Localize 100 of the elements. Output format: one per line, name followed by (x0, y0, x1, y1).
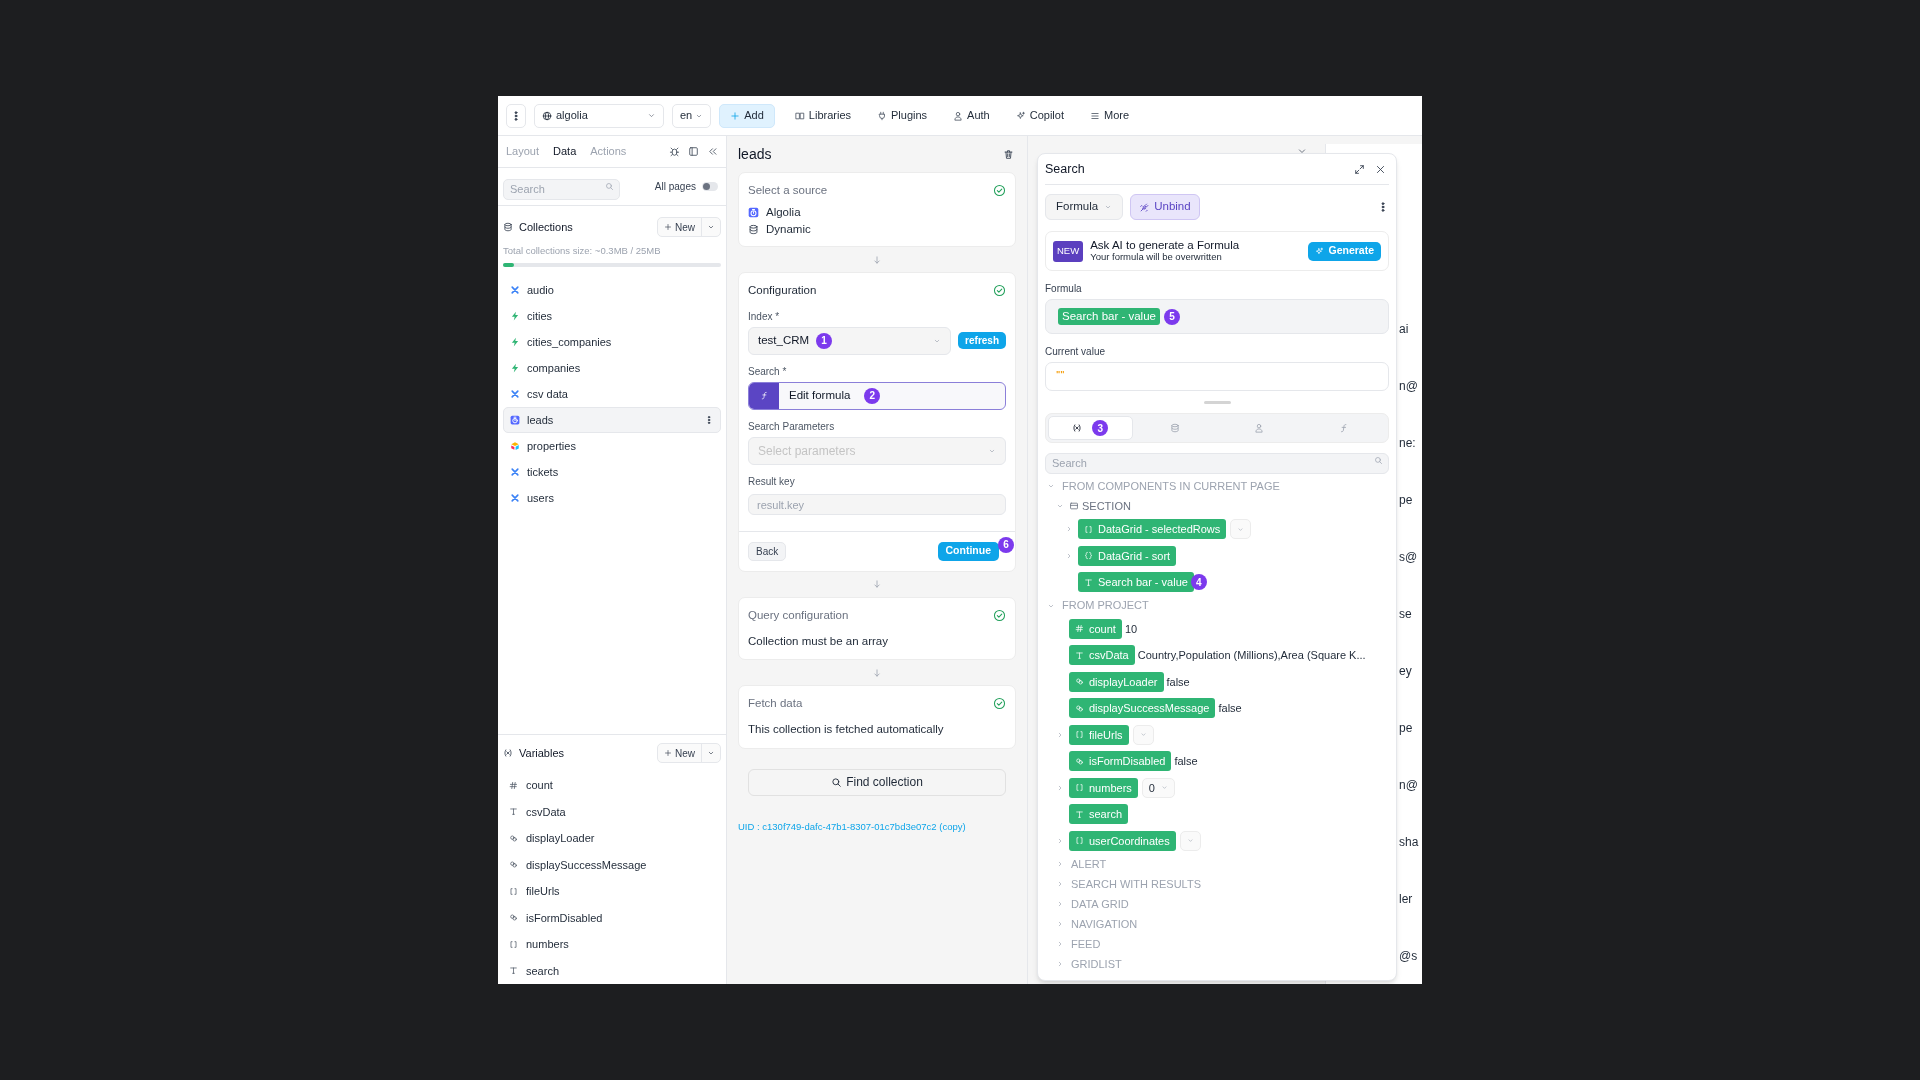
text-type-icon (509, 966, 518, 976)
toolbar-button[interactable]: Add (719, 103, 775, 128)
bug-icon[interactable] (669, 146, 680, 157)
table-text: ey (1399, 663, 1412, 680)
field-label: Index * (748, 309, 781, 324)
collection-item[interactable]: users (503, 485, 721, 512)
collection-item[interactable]: cities (503, 303, 721, 330)
chevron-right-icon[interactable] (1056, 836, 1064, 845)
chevron-down-icon[interactable] (1056, 502, 1064, 510)
new-button[interactable]: New (658, 218, 702, 236)
section-label[interactable]: SECTION (1082, 497, 1131, 515)
collection-item[interactable]: properties (503, 433, 721, 460)
text-type-icon (509, 807, 518, 817)
brackets-icon (509, 886, 518, 896)
formula-chip: Search bar - value (1058, 308, 1160, 325)
search-icon (1374, 456, 1383, 465)
variable-value: 10 (1124, 621, 1138, 637)
variable-value: false (1174, 754, 1198, 769)
variable-item[interactable]: isFormDisabled (503, 904, 721, 931)
text-type-icon (1084, 577, 1093, 587)
variable-item[interactable]: search (503, 957, 721, 984)
unbind-button[interactable]: Unbind (1130, 194, 1200, 220)
chevron-right-icon[interactable] (1065, 551, 1073, 560)
brackets-icon (1075, 783, 1084, 793)
panel-icon[interactable] (688, 146, 699, 157)
search-field[interactable]: Search (503, 178, 620, 200)
toolbar-button[interactable]: Libraries (790, 103, 855, 128)
tiles-icon (510, 441, 520, 452)
search-icon (605, 182, 614, 191)
trash-icon[interactable] (1003, 148, 1014, 160)
formula-field[interactable]: Edit formula 2 (748, 381, 1006, 410)
variable-value: Country,Population (Millions),Area (Square K... (1137, 648, 1366, 663)
language-select[interactable]: en (672, 103, 712, 128)
arrow-down-icon (872, 254, 882, 265)
mode-select[interactable]: Formula (1045, 194, 1124, 220)
search-field[interactable]: Search (1045, 452, 1389, 474)
chevron-down-icon (1104, 203, 1113, 211)
chevron-right-icon[interactable] (1056, 920, 1064, 928)
variable-item[interactable]: displaySuccessMessage (503, 851, 721, 878)
link-icon (1075, 703, 1084, 713)
toolbar-button[interactable]: More (1086, 103, 1134, 128)
field-label: Search Parameters (748, 419, 836, 434)
variable-item[interactable]: displayLoader (503, 825, 721, 852)
value-dropdown[interactable] (1132, 724, 1154, 745)
bolt-icon (510, 311, 520, 322)
table-text: pe (1399, 492, 1413, 510)
chevron-right-icon[interactable] (1056, 900, 1064, 908)
more-options-button[interactable] (506, 103, 526, 128)
collection-item[interactable]: tickets (503, 459, 721, 486)
variable-item[interactable]: csvData (503, 798, 721, 825)
section-icon (1069, 501, 1079, 511)
panel-title: leads (738, 144, 772, 164)
timer-icon (748, 206, 759, 218)
database-icon (1169, 423, 1180, 433)
field-label: Current value (1045, 345, 1107, 359)
index-select[interactable]: test_CRM 1 (748, 326, 952, 355)
toolbar-button[interactable]: Auth (949, 103, 994, 128)
chevron-down-icon[interactable] (1047, 482, 1055, 490)
close-icon[interactable] (1375, 163, 1386, 175)
number-badge: 3 (1092, 420, 1109, 436)
toolbar-button[interactable]: Plugins (873, 103, 932, 128)
find-collection-button[interactable]: Find collection (748, 768, 1006, 796)
chevron-right-icon[interactable] (1056, 880, 1064, 888)
collection-item[interactable]: leads (503, 407, 721, 434)
card-title: Query configuration (748, 607, 849, 623)
card-title: Configuration (748, 283, 817, 299)
new-button[interactable]: New (658, 744, 702, 762)
braces-icon (1084, 551, 1093, 561)
panel-tab[interactable]: Data (553, 143, 577, 160)
variable-item[interactable]: count (503, 772, 721, 799)
value-dropdown[interactable] (1230, 519, 1252, 540)
picker-tab[interactable]: 3 (1048, 416, 1133, 440)
variable-icon (1072, 423, 1083, 433)
double-chevron-icon[interactable] (707, 146, 718, 157)
variable-item[interactable]: fileUrls (503, 878, 721, 905)
formula-editor[interactable]: Search bar - value 5 (1045, 299, 1389, 334)
chevron-right-icon[interactable] (1056, 960, 1064, 968)
back-button[interactable]: Back (748, 541, 787, 561)
value-dropdown[interactable]: 0 (1141, 777, 1175, 798)
chevron-right-icon[interactable] (1056, 860, 1064, 868)
chevron-right-icon[interactable] (1056, 730, 1064, 739)
chevron-down-icon (1237, 525, 1245, 533)
chevron-right-icon[interactable] (1056, 940, 1064, 948)
card-text: This collection is fetched automatically (748, 722, 945, 738)
chevron-right-icon[interactable] (1056, 783, 1064, 792)
project-select[interactable]: algolia (534, 103, 664, 128)
value-dropdown[interactable] (1179, 830, 1201, 851)
table-text: se (1399, 606, 1412, 624)
collection-item[interactable]: cities_companies (503, 329, 721, 356)
expand-icon[interactable] (1354, 163, 1365, 175)
collection-item[interactable]: csv data (503, 381, 721, 408)
result-key-field[interactable]: result.key (748, 494, 1006, 515)
collection-item[interactable]: companies (503, 355, 721, 382)
toggle-switch[interactable] (702, 182, 718, 191)
collection-item[interactable]: audio (503, 277, 721, 304)
cross-icon (510, 467, 520, 478)
toolbar-button[interactable]: Copilot (1011, 103, 1068, 128)
variable-item[interactable]: numbers (503, 931, 721, 958)
chevron-right-icon[interactable] (1065, 525, 1073, 534)
drag-handle[interactable] (1203, 401, 1231, 404)
